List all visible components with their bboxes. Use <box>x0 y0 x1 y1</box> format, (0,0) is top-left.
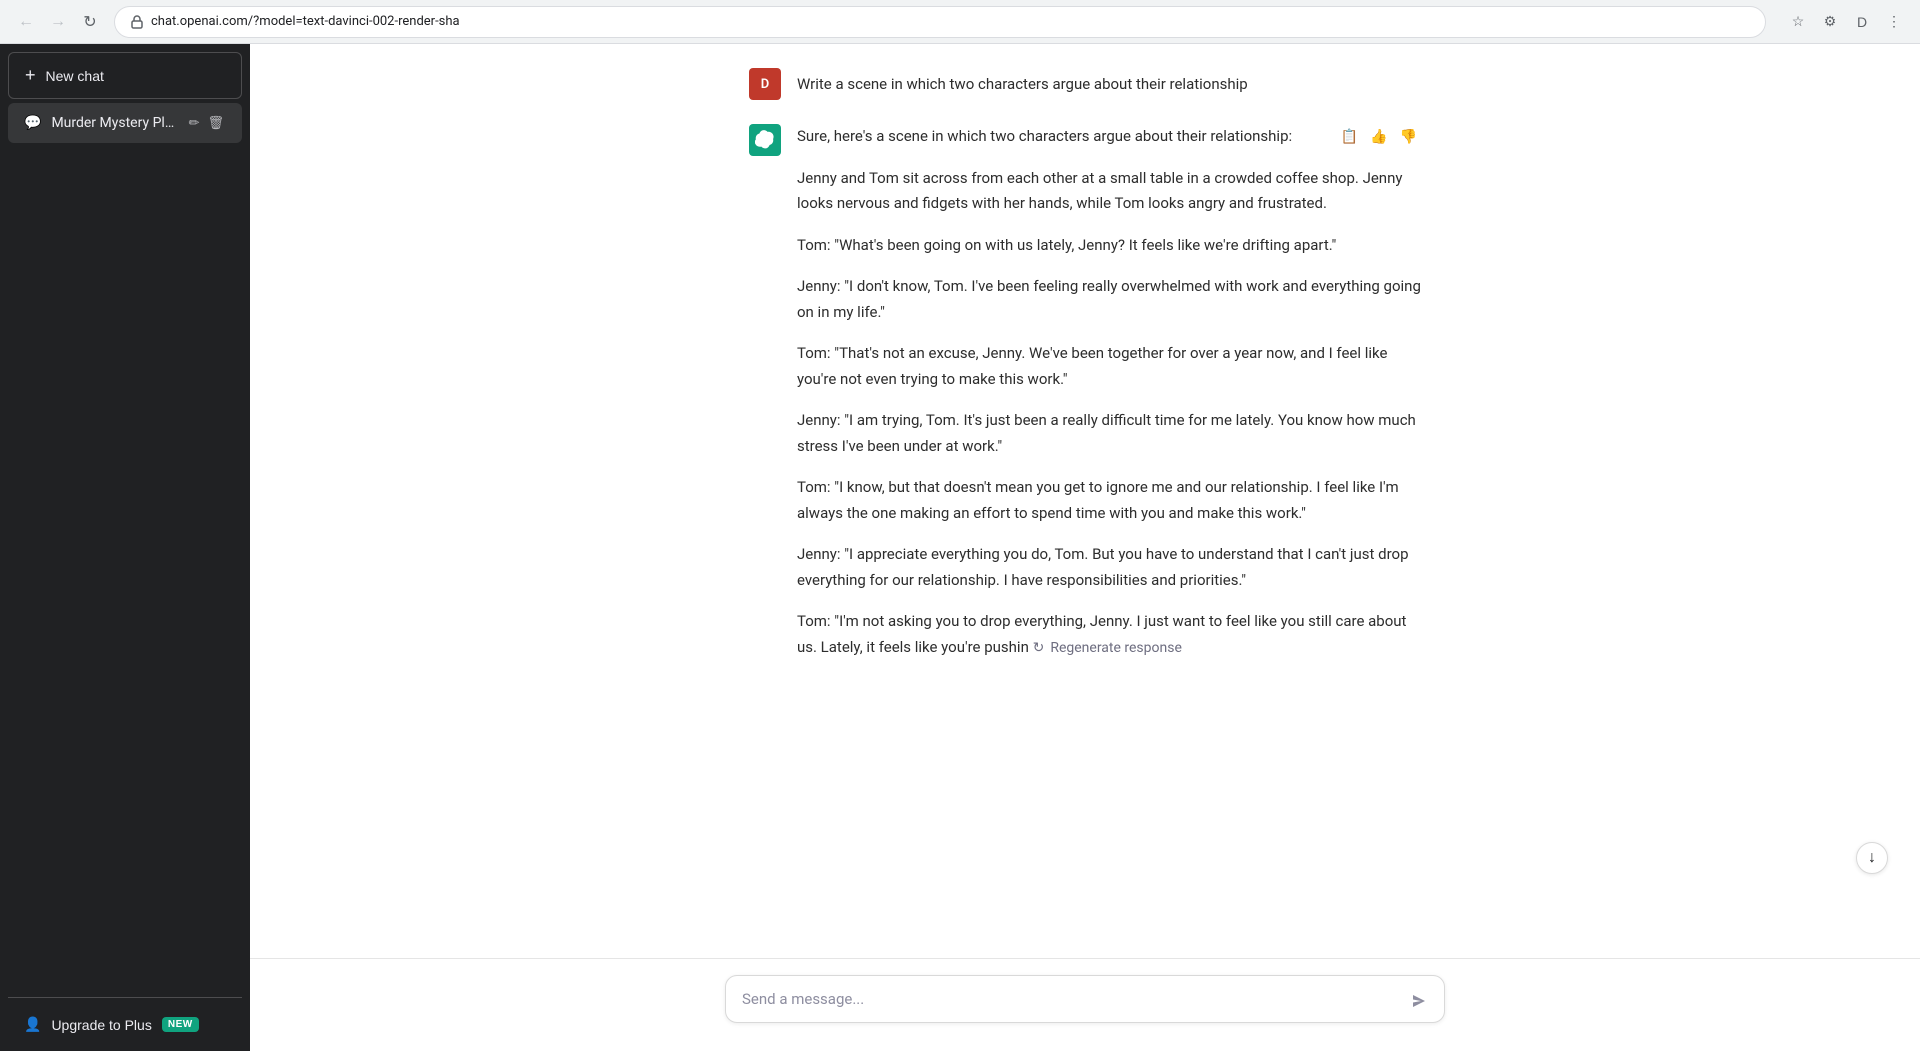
forward-button[interactable]: → <box>44 8 72 36</box>
copy-button[interactable]: 📋 <box>1337 124 1362 149</box>
bookmark-star-button[interactable]: ☆ <box>1784 8 1812 36</box>
ai-text: Sure, here's a scene in which two charac… <box>797 124 1421 660</box>
main-content: D Write a scene in which two characters … <box>250 44 1920 1051</box>
chat-item[interactable]: 💬 Murder Mystery Plot. ✏ 🗑 <box>8 103 242 143</box>
plus-icon: + <box>25 65 36 86</box>
ai-para-2: Jenny: "I don't know, Tom. I've been fee… <box>797 274 1421 325</box>
ai-actions: 📋 👍 👎 <box>1337 124 1421 149</box>
back-button[interactable]: ← <box>12 8 40 36</box>
user-message-text: Write a scene in which two characters ar… <box>797 68 1248 96</box>
address-bar[interactable]: chat.openai.com/?model=text-davinci-002-… <box>114 6 1766 38</box>
input-area <box>250 958 1920 1051</box>
regen-spin-icon: ↻ <box>1033 637 1045 661</box>
chat-item-actions: ✏ 🗑 <box>187 113 226 133</box>
message-input[interactable] <box>725 975 1445 1023</box>
chat-item-label: Murder Mystery Plot. <box>51 115 176 131</box>
chat-list: 💬 Murder Mystery Plot. ✏ 🗑 <box>8 103 242 989</box>
chat-area: D Write a scene in which two characters … <box>250 44 1920 922</box>
message-wrapper: D Write a scene in which two characters … <box>725 68 1445 660</box>
ai-para-5: Tom: "I know, but that doesn't mean you … <box>797 475 1421 526</box>
more-button[interactable]: ⋮ <box>1880 8 1908 36</box>
ai-intro: Sure, here's a scene in which two charac… <box>797 124 1421 150</box>
new-chat-button[interactable]: + New chat <box>8 52 242 99</box>
browser-actions: ☆ ⚙ D ⋮ <box>1784 8 1908 36</box>
scroll-down-button[interactable]: ↓ <box>1856 842 1888 874</box>
inline-regenerate[interactable]: ↻ Regenerate response <box>1033 637 1182 661</box>
thumbup-button[interactable]: 👍 <box>1366 124 1391 149</box>
ai-para-1: Tom: "What's been going on with us latel… <box>797 233 1421 259</box>
send-button[interactable] <box>1405 987 1433 1015</box>
ai-para-4: Jenny: "I am trying, Tom. It's just been… <box>797 408 1421 459</box>
delete-chat-button[interactable]: 🗑 <box>205 113 226 133</box>
ai-para-7: Tom: "I'm not asking you to drop everyth… <box>797 609 1421 660</box>
ai-message: Sure, here's a scene in which two charac… <box>749 124 1421 660</box>
user-avatar: D <box>749 68 781 100</box>
ai-para-3: Tom: "That's not an excuse, Jenny. We've… <box>797 341 1421 392</box>
new-badge: NEW <box>162 1017 199 1032</box>
ai-para-0: Jenny and Tom sit across from each other… <box>797 166 1421 217</box>
ai-avatar <box>749 124 781 156</box>
chevron-down-icon: ↓ <box>1868 849 1876 867</box>
browser-chrome: ← → ↻ chat.openai.com/?model=text-davinc… <box>0 0 1920 44</box>
sidebar-bottom: 👤 Upgrade to Plus NEW <box>8 997 242 1043</box>
thumbdown-button[interactable]: 👎 <box>1396 124 1421 149</box>
ai-para-6: Jenny: "I appreciate everything you do, … <box>797 542 1421 593</box>
reload-button[interactable]: ↻ <box>76 8 104 36</box>
thumbup-icon: 👍 <box>1370 128 1387 144</box>
user-message: D Write a scene in which two characters … <box>749 68 1421 100</box>
profile-button[interactable]: D <box>1848 8 1876 36</box>
extensions-button[interactable]: ⚙ <box>1816 8 1844 36</box>
upgrade-label: Upgrade to Plus <box>51 1017 151 1033</box>
new-chat-label: New chat <box>46 68 104 84</box>
url-text: chat.openai.com/?model=text-davinci-002-… <box>151 14 1749 29</box>
copy-icon: 📋 <box>1341 128 1358 144</box>
lock-icon <box>131 15 143 29</box>
chat-icon: 💬 <box>24 115 41 131</box>
person-icon: 👤 <box>24 1016 41 1033</box>
nav-buttons: ← → ↻ <box>12 8 104 36</box>
upgrade-button[interactable]: 👤 Upgrade to Plus NEW <box>8 1006 242 1043</box>
thumbdown-icon: 👎 <box>1400 128 1417 144</box>
input-wrapper <box>725 975 1445 1027</box>
edit-chat-button[interactable]: ✏ <box>187 113 202 133</box>
ai-content: Sure, here's a scene in which two charac… <box>797 124 1421 660</box>
inline-regen-label: Regenerate response <box>1050 637 1182 661</box>
send-icon <box>1411 993 1427 1009</box>
app-container: + New chat 💬 Murder Mystery Plot. ✏ 🗑 👤 … <box>0 44 1920 1051</box>
sidebar: + New chat 💬 Murder Mystery Plot. ✏ 🗑 👤 … <box>0 44 250 1051</box>
